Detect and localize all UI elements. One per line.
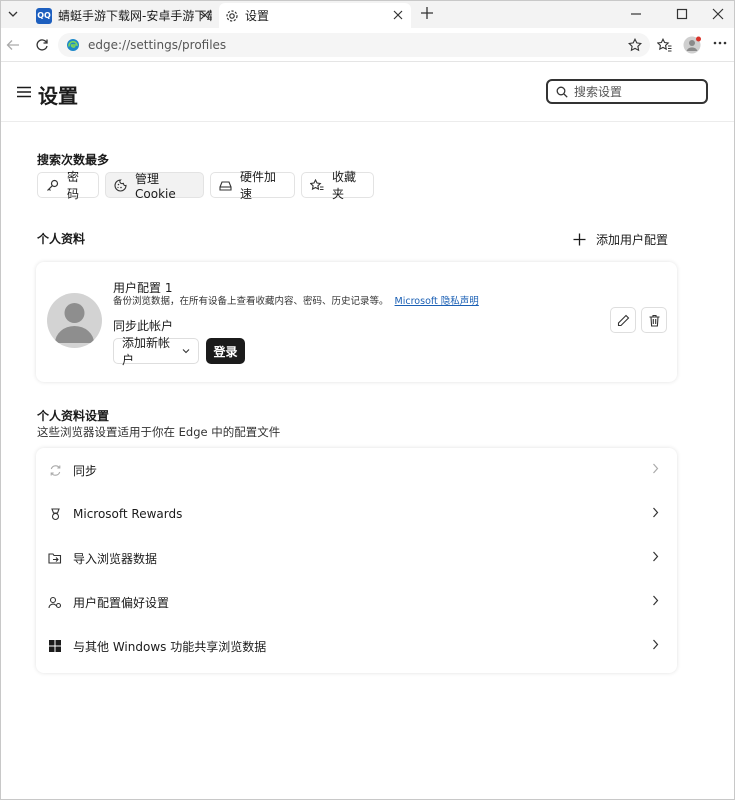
- list-item-profile-preferences[interactable]: 用户配置偏好设置: [36, 580, 677, 624]
- window-border: [0, 0, 735, 800]
- profile-avatar-icon[interactable]: [683, 36, 701, 54]
- chevron-right-icon: [652, 551, 659, 562]
- privacy-statement-link[interactable]: Microsoft 隐私声明: [395, 296, 479, 307]
- url-text: edge://settings/profiles: [88, 38, 227, 52]
- chevron-right-icon: [652, 507, 659, 518]
- list-item-share-with-windows[interactable]: 与其他 Windows 功能共享浏览数据: [36, 624, 677, 668]
- avatar: [47, 293, 102, 348]
- profile-settings-subtitle: 这些浏览器设置适用于你在 Edge 中的配置文件: [37, 425, 281, 439]
- edge-logo-icon: [66, 38, 80, 52]
- list-item-import-browser-data[interactable]: 导入浏览器数据: [36, 536, 677, 580]
- chip-manage-cookies[interactable]: 管理 Cookie: [105, 172, 204, 201]
- navigation-bar: edge://settings/profiles: [0, 28, 735, 62]
- address-bar[interactable]: edge://settings/profiles: [58, 33, 650, 57]
- profiles-label: 个人资料: [37, 232, 86, 246]
- chip-favorites[interactable]: 收藏夹: [301, 170, 374, 201]
- close-tab-icon[interactable]: [198, 8, 212, 22]
- windows-icon: [48, 639, 62, 653]
- cookie-icon: [114, 178, 127, 192]
- import-icon: [48, 551, 62, 565]
- search-icon: [556, 86, 568, 98]
- tab-active[interactable]: 设置: [219, 3, 411, 28]
- sign-in-button[interactable]: 登录: [206, 338, 245, 364]
- most-searched-label: 搜索次数最多: [37, 153, 110, 167]
- tab-title: 设置: [245, 9, 270, 23]
- delete-profile-button[interactable]: [641, 307, 667, 333]
- search-settings-input[interactable]: 搜索设置: [546, 79, 708, 104]
- header-divider: [0, 121, 735, 122]
- favorite-star-icon[interactable]: [628, 38, 642, 52]
- back-icon[interactable]: [6, 38, 20, 52]
- pencil-icon: [617, 314, 630, 327]
- sync-icon: [48, 463, 62, 477]
- favorites-icon[interactable]: [657, 38, 672, 52]
- tab-bar: QQ 蜻蜓手游下载网-安卓手游下载站-手 设置: [0, 0, 735, 28]
- add-profile-button[interactable]: 添加用户配置: [573, 231, 668, 248]
- page-title: 设置: [38, 84, 78, 108]
- key-icon: [46, 179, 59, 192]
- chip-hardware-acceleration[interactable]: 硬件加速: [210, 170, 295, 201]
- more-options-icon[interactable]: [713, 41, 727, 45]
- edit-profile-button[interactable]: [610, 307, 636, 333]
- refresh-icon[interactable]: [35, 38, 49, 52]
- close-tab-icon[interactable]: [391, 8, 405, 22]
- add-account-dropdown[interactable]: 添加新帐户: [113, 336, 199, 367]
- profile-card: 用户配置 1 备份浏览数据，在所有设备上查看收藏内容、密码、历史记录等。 Mic…: [36, 262, 677, 382]
- tab-inactive[interactable]: QQ 蜻蜓手游下载网-安卓手游下载站-手: [30, 3, 218, 28]
- chevron-right-icon: [652, 595, 659, 606]
- minimize-icon[interactable]: [630, 8, 642, 20]
- drive-icon: [219, 179, 232, 192]
- tab-title: 蜻蜓手游下载网-安卓手游下载站-手: [58, 9, 212, 23]
- profile-description: 备份浏览数据，在所有设备上查看收藏内容、密码、历史记录等。 Microsoft …: [113, 296, 479, 307]
- chevron-right-icon: [652, 639, 659, 650]
- chevron-right-icon: [652, 463, 659, 474]
- gear-icon: [225, 9, 239, 23]
- rewards-icon: [48, 507, 62, 521]
- list-item-microsoft-rewards[interactable]: Microsoft Rewards: [36, 492, 677, 536]
- sync-account-label: 同步此帐户: [113, 319, 174, 333]
- profile-settings-label: 个人资料设置: [37, 409, 110, 423]
- list-item-sync[interactable]: 同步: [36, 448, 677, 492]
- close-window-icon[interactable]: [712, 8, 724, 20]
- search-placeholder: 搜索设置: [574, 85, 623, 99]
- trash-icon: [648, 314, 661, 327]
- favorites-star-icon: [310, 178, 324, 192]
- chevron-down-icon: [182, 348, 190, 354]
- site-favicon-icon: QQ: [36, 7, 52, 24]
- profile-settings-list: 同步 Microsoft Rewards 导入浏览器数据 用户配置偏好设置 与其…: [36, 448, 677, 673]
- profile-prefs-icon: [48, 595, 62, 609]
- plus-icon: [573, 233, 586, 246]
- new-tab-icon[interactable]: [420, 6, 434, 20]
- chip-passwords[interactable]: 密码: [37, 170, 99, 201]
- hamburger-menu-icon[interactable]: [17, 86, 31, 98]
- maximize-icon[interactable]: [676, 8, 688, 20]
- tab-list-chevron-icon[interactable]: [6, 7, 20, 21]
